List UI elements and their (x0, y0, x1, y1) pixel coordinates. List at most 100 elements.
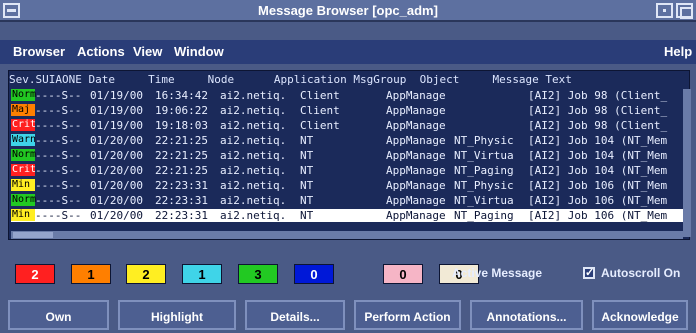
autoscroll-checkbox[interactable]: ✓ (583, 267, 595, 279)
time-cell: 22:21:25 (155, 149, 208, 162)
severity-badge: Norm (11, 149, 37, 161)
application-cell: NT (300, 164, 314, 177)
critical-count[interactable]: 2 (15, 264, 55, 284)
menu-actions[interactable]: Actions (77, 44, 125, 59)
severity-badge: Norm (11, 194, 37, 206)
message-list[interactable]: Sev.SUIAONE Date Time Node Application M… (8, 70, 691, 240)
object-cell: NT_Physic (454, 179, 514, 192)
minor-count[interactable]: 2 (126, 264, 166, 284)
status-row: 21213000 Active Message ✓ Autoscroll On (0, 264, 696, 290)
object-cell: NT_Virtua (454, 149, 514, 162)
unknown-count[interactable]: 0 (294, 264, 334, 284)
flags-cell: ----S-- (35, 119, 82, 132)
date-cell: 01/20/00 (90, 149, 143, 162)
button-bar: Own Highlight Details... Perform Action … (0, 300, 696, 330)
vertical-scrollbar[interactable] (683, 89, 691, 237)
message-rows: Norm----S-- 01/19/00 16:34:42 ai2.netiq. Cli… (11, 89, 683, 237)
object-cell: NT_Virtua (454, 194, 514, 207)
column-header: Sev.SUIAONE Date Time Node Application M… (9, 73, 572, 86)
date-cell: 01/19/00 (90, 119, 143, 132)
time-cell: 19:06:22 (155, 104, 208, 117)
application-cell: Client (300, 119, 340, 132)
table-row[interactable]: Warn----S-- 01/20/00 22:21:25 ai2.netiq. NT A… (11, 134, 683, 147)
title-bar: Message Browser [opc_adm] (0, 0, 696, 22)
table-row[interactable]: Norm----S-- 01/20/00 22:21:25 ai2.netiq. NT A… (11, 149, 683, 162)
menu-bar: Browser Actions View Window Help (0, 40, 696, 64)
date-cell: 01/19/00 (90, 104, 143, 117)
node-cell: ai2.netiq. (220, 164, 287, 177)
table-row[interactable]: Norm----S-- 01/19/00 16:34:42 ai2.netiq. Cli… (11, 89, 683, 102)
minimize-icon[interactable] (656, 3, 673, 18)
menu-view[interactable]: View (133, 44, 162, 59)
active-message-label: Active Message (452, 266, 543, 280)
application-cell: NT (300, 209, 314, 222)
table-row[interactable]: Min ----S-- 01/20/00 22:23:31 ai2.netiq. NT Ap… (11, 209, 683, 222)
maximize-icon[interactable] (676, 3, 693, 19)
normal-count[interactable]: 3 (238, 264, 278, 284)
own-button[interactable]: Own (8, 300, 109, 330)
severity-badge: Maj (11, 104, 35, 116)
msggroup-cell: AppManage (386, 149, 446, 162)
severity-badge: Crit (11, 119, 37, 131)
severity-badge: Warn (11, 134, 37, 146)
application-cell: NT (300, 179, 314, 192)
message-text-cell: [AI2] Job 106 (NT_Mem (528, 179, 668, 192)
node-cell: ai2.netiq. (220, 194, 287, 207)
msggroup-cell: AppManage (386, 194, 446, 207)
message-text-cell: [AI2] Job 98 (Client_ (528, 89, 668, 102)
unowned-count[interactable]: 0 (383, 264, 423, 284)
table-row[interactable]: Crit----S-- 01/19/00 19:18:03 ai2.netiq. Cli… (11, 119, 683, 132)
date-cell: 01/20/00 (90, 179, 143, 192)
message-text-cell: [AI2] Job 98 (Client_ (528, 119, 668, 132)
time-cell: 22:23:31 (155, 209, 208, 222)
date-cell: 01/20/00 (90, 134, 143, 147)
acknowledge-button[interactable]: Acknowledge (592, 300, 688, 330)
time-cell: 22:21:25 (155, 164, 208, 177)
msggroup-cell: AppManage (386, 134, 446, 147)
horizontal-scroll-thumb[interactable] (13, 232, 53, 238)
application-cell: NT (300, 194, 314, 207)
node-cell: ai2.netiq. (220, 179, 287, 192)
highlight-button[interactable]: Highlight (118, 300, 236, 330)
menu-help[interactable]: Help (664, 44, 692, 59)
details-button[interactable]: Details... (245, 300, 345, 330)
message-text-cell: [AI2] Job 106 (NT_Mem (528, 209, 668, 222)
flags-cell: ----S-- (35, 89, 82, 102)
annotations-button[interactable]: Annotations... (470, 300, 583, 330)
severity-badge: Norm (11, 89, 37, 101)
object-cell: NT_Paging (454, 164, 514, 177)
window-title: Message Browser [opc_adm] (258, 3, 438, 18)
table-row[interactable]: Maj ----S-- 01/19/00 19:06:22 ai2.netiq. Clie… (11, 104, 683, 117)
application-cell: Client (300, 104, 340, 117)
msggroup-cell: AppManage (386, 89, 446, 102)
menu-browser[interactable]: Browser (13, 44, 65, 59)
menu-window[interactable]: Window (174, 44, 224, 59)
application-cell: NT (300, 134, 314, 147)
date-cell: 01/20/00 (90, 209, 143, 222)
perform-action-button[interactable]: Perform Action (354, 300, 461, 330)
time-cell: 19:18:03 (155, 119, 208, 132)
node-cell: ai2.netiq. (220, 104, 287, 117)
msggroup-cell: AppManage (386, 119, 446, 132)
severity-badge: Min (11, 209, 35, 221)
message-browser-window: Message Browser [opc_adm] Browser Action… (0, 0, 696, 333)
autoscroll-label: Autoscroll On (601, 266, 681, 280)
autoscroll-toggle[interactable]: ✓ Autoscroll On (583, 264, 690, 284)
node-cell: ai2.netiq. (220, 149, 287, 162)
time-cell: 22:23:31 (155, 194, 208, 207)
horizontal-scrollbar[interactable] (11, 231, 683, 239)
object-cell: NT_Paging (454, 209, 514, 222)
table-row[interactable]: Min ----S-- 01/20/00 22:23:31 ai2.netiq. NT Ap… (11, 179, 683, 192)
time-cell: 16:34:42 (155, 89, 208, 102)
message-text-cell: [AI2] Job 104 (NT_Mem (528, 134, 668, 147)
msggroup-cell: AppManage (386, 104, 446, 117)
table-row[interactable]: Crit----S-- 01/20/00 22:21:25 ai2.netiq. NT A… (11, 164, 683, 177)
time-cell: 22:23:31 (155, 179, 208, 192)
flags-cell: ----S-- (35, 209, 82, 222)
major-count[interactable]: 1 (71, 264, 111, 284)
warning-count[interactable]: 1 (182, 264, 222, 284)
flags-cell: ----S-- (35, 104, 82, 117)
msggroup-cell: AppManage (386, 164, 446, 177)
table-row[interactable]: Norm----S-- 01/20/00 22:23:31 ai2.netiq. NT A… (11, 194, 683, 207)
flags-cell: ----S-- (35, 164, 82, 177)
